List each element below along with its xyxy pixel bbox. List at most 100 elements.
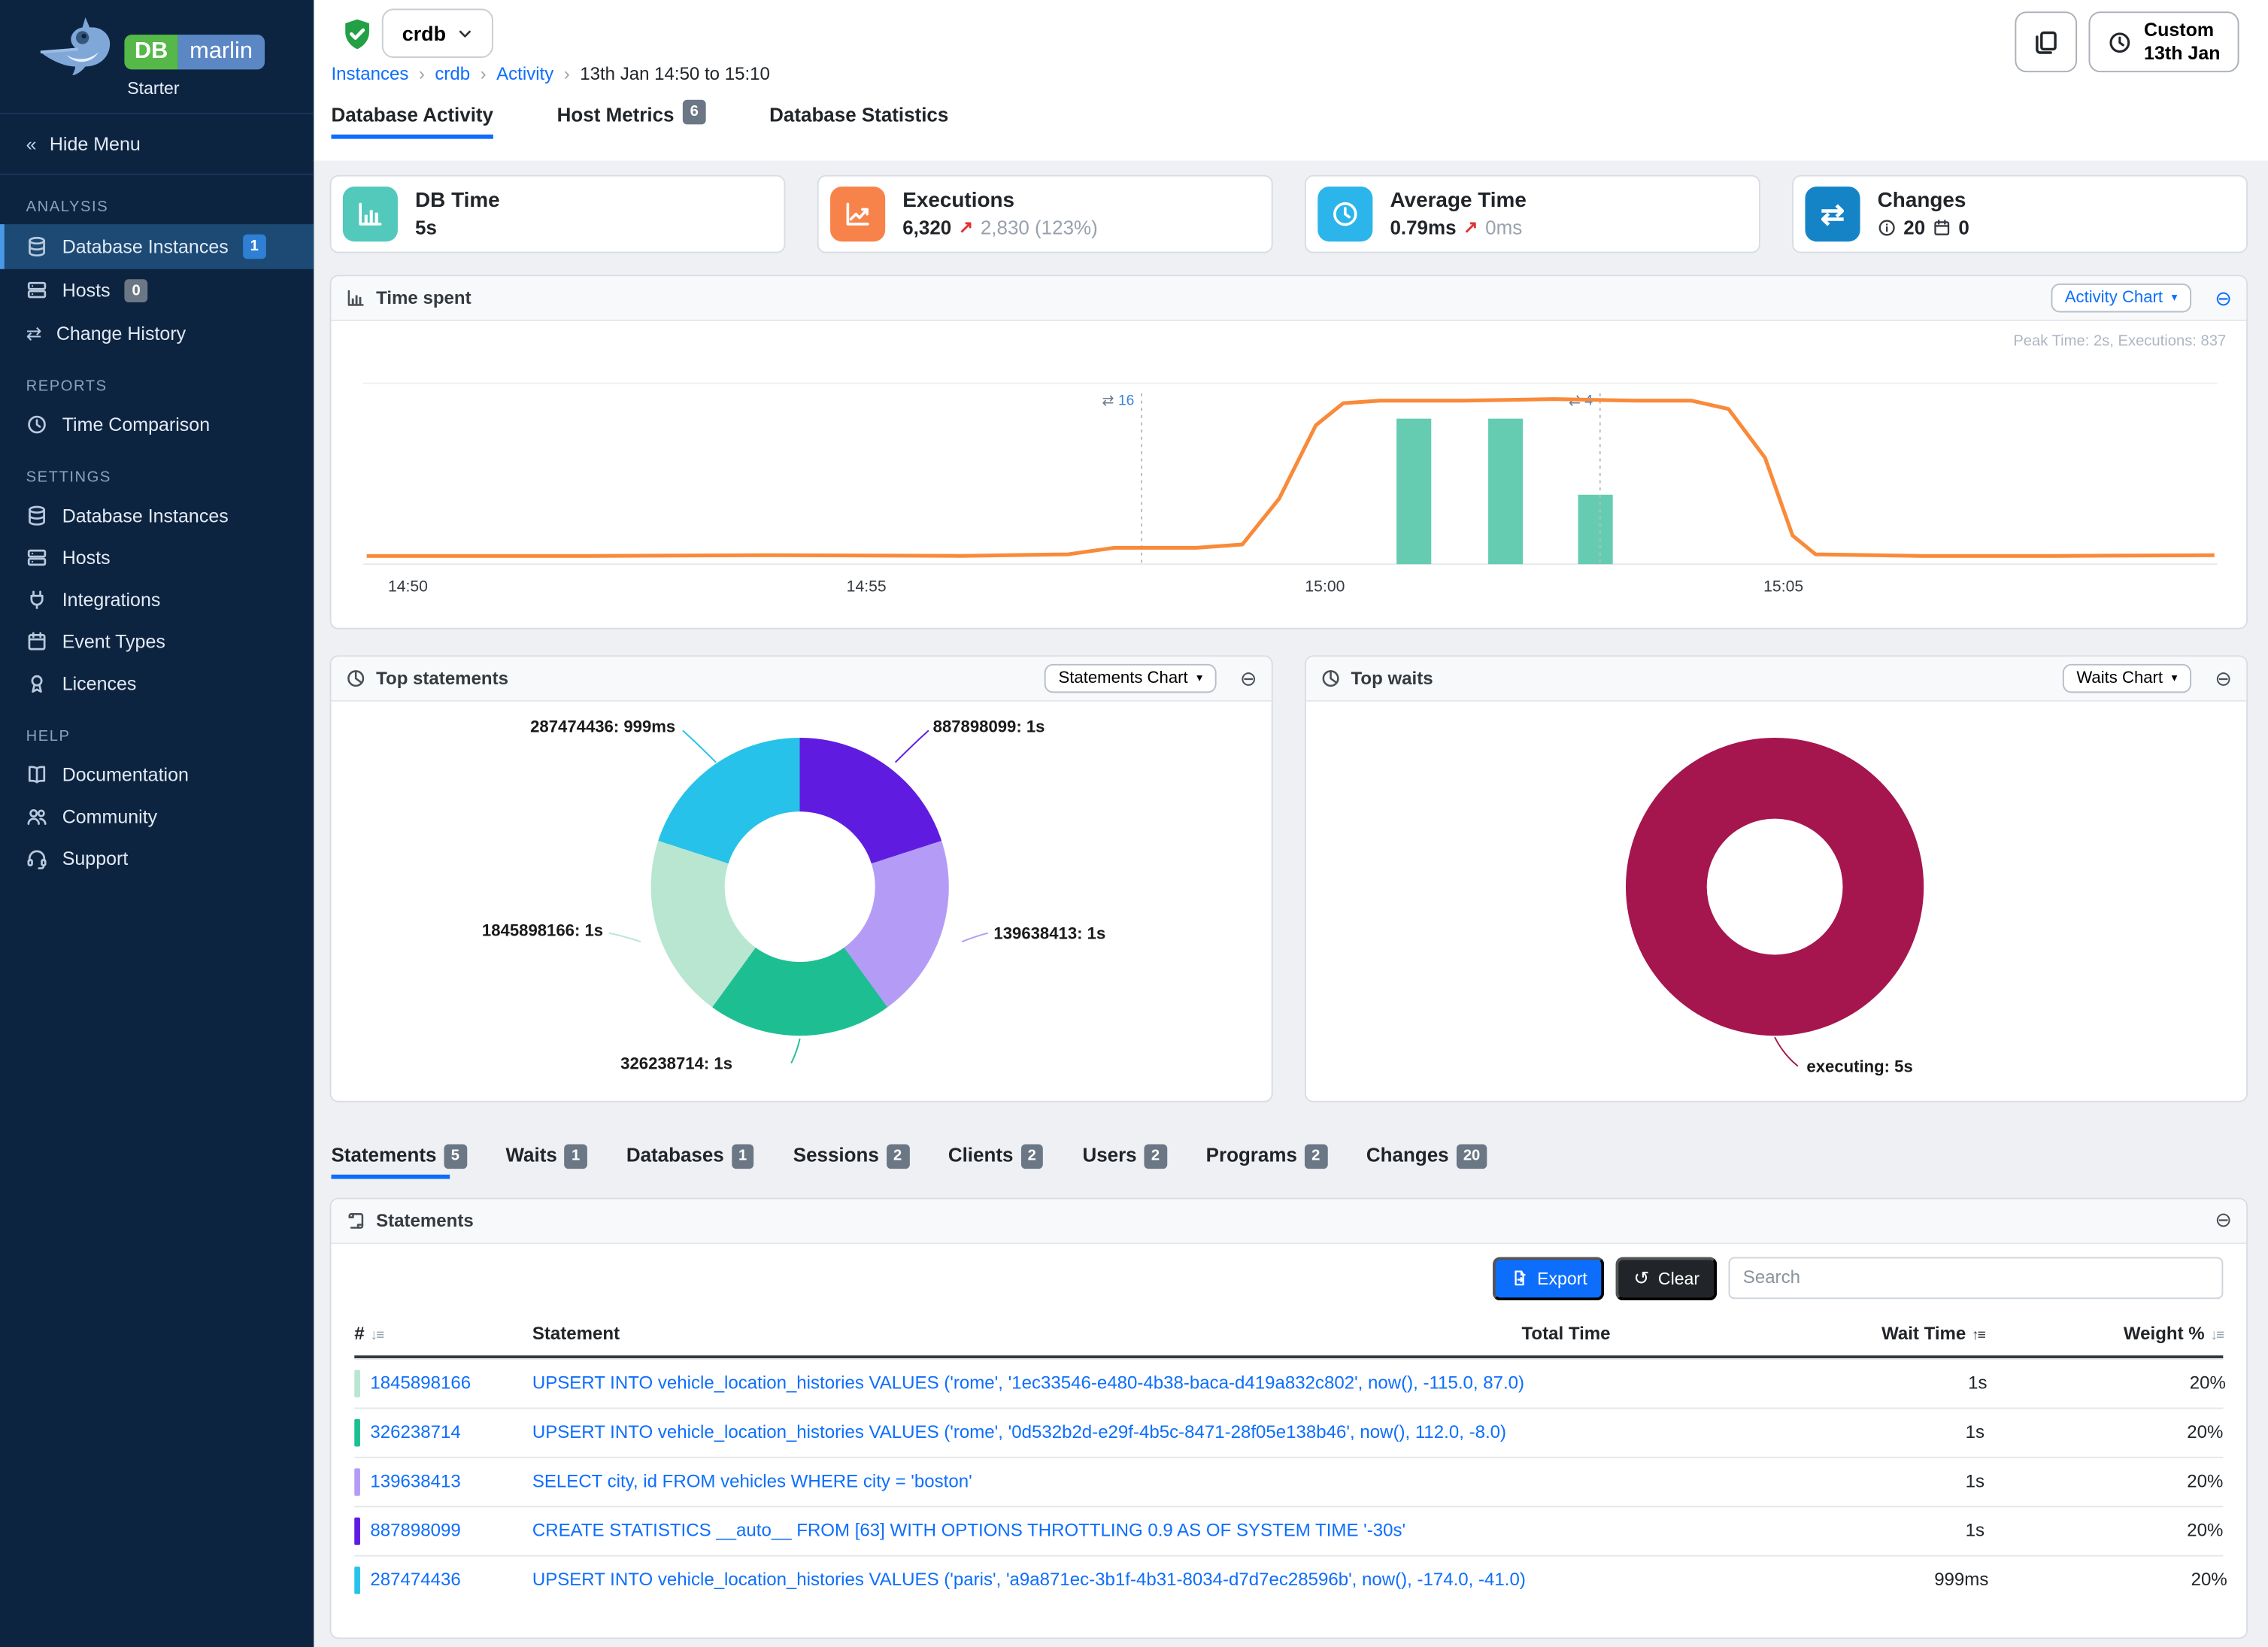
detail-tab-users[interactable]: Users2 (1082, 1144, 1166, 1178)
detail-tab-badge: 2 (1305, 1144, 1327, 1168)
executions-bar[interactable] (1396, 419, 1431, 565)
clear-button[interactable]: ↺ Clear (1616, 1257, 1717, 1300)
wait-time-value: 1s (1756, 1372, 1988, 1393)
sidebar-item-licences[interactable]: Licences (0, 663, 314, 705)
col-header-total-time[interactable]: Total Time (1521, 1323, 1753, 1343)
sidebar-item-community[interactable]: Community (0, 796, 314, 838)
statement-id-link[interactable]: 139638413 (370, 1471, 460, 1491)
collapse-waits-panel-icon[interactable]: ⊖ (2215, 666, 2232, 691)
sidebar-item-time-comparison[interactable]: Time Comparison (0, 404, 314, 446)
statements-donut-chart[interactable]: 287474436: 999ms 887898099: 1s 184589816… (331, 702, 1271, 1101)
statements-chart-select[interactable]: Statements Chart▾ (1044, 664, 1217, 693)
detail-tab-badge: 5 (444, 1144, 466, 1168)
breadcrumb-activity[interactable]: Activity (496, 64, 553, 84)
table-row: 1845898166 UPSERT INTO vehicle_location_… (354, 1357, 2223, 1406)
detail-tab-databases[interactable]: Databases1 (626, 1144, 754, 1178)
instance-selector[interactable]: crdb (382, 9, 494, 58)
statement-text-link[interactable]: CREATE STATISTICS __auto__ FROM [63] WIT… (532, 1521, 1522, 1541)
top-statements-panel: Top statements Statements Chart▾ ⊖ 28747… (330, 655, 1273, 1102)
top-statements-title: Top statements (376, 669, 508, 689)
calendar-icon[interactable] (1933, 218, 1951, 237)
activity-chart-select[interactable]: Activity Chart▾ (2051, 284, 2192, 312)
detail-tab-clients[interactable]: Clients2 (948, 1144, 1044, 1178)
statement-id-link[interactable]: 326238714 (370, 1422, 460, 1442)
chevron-down-icon (457, 26, 473, 41)
table-row: 287474436 UPSERT INTO vehicle_location_h… (354, 1554, 2223, 1603)
top-waits-title: Top waits (1351, 669, 1433, 689)
detail-tabs: Statements5 Waits1 Databases1 Sessions2 Clie… (330, 1144, 2248, 1178)
sidebar-item-hosts[interactable]: Hosts0 (0, 268, 314, 313)
statement-id-link[interactable]: 887898099 (370, 1521, 460, 1541)
breadcrumb-range: 13th Jan 14:50 to 15:10 (580, 64, 770, 84)
copy-button[interactable] (2015, 11, 2078, 72)
brand-marlin: marlin (178, 35, 265, 69)
swap-arrows-icon: ⇄ (26, 323, 42, 344)
detail-tab-badge: 2 (1144, 1144, 1166, 1168)
sidebar-item-change-history[interactable]: ⇄Change History (0, 312, 314, 354)
statements-table: #↓≡ Statement Total Time Wait Time↑≡ Wei… (354, 1312, 2223, 1604)
detail-tab-changes[interactable]: Changes20 (1366, 1144, 1487, 1178)
statement-text-link[interactable]: UPSERT INTO vehicle_location_histories V… (532, 1570, 1526, 1590)
sidebar-item-integrations[interactable]: Integrations (0, 578, 314, 620)
detail-tab-badge: 20 (1456, 1144, 1487, 1168)
change-marker-label[interactable]: ⇄ 16 (1102, 393, 1135, 409)
sidebar-badge: 0 (125, 278, 147, 302)
col-header-id[interactable]: #↓≡ (354, 1323, 532, 1343)
detail-tab-waits[interactable]: Waits1 (505, 1144, 587, 1178)
statement-color-bar (354, 1369, 360, 1397)
detail-tab-programs[interactable]: Programs2 (1206, 1144, 1327, 1178)
calendar-icon (26, 631, 48, 653)
col-header-wait-time[interactable]: Wait Time↑≡ (1753, 1323, 1984, 1343)
sidebar-section-title: HELP (0, 705, 314, 754)
statement-text-link[interactable]: UPSERT INTO vehicle_location_histories V… (532, 1422, 1522, 1442)
col-header-weight[interactable]: Weight %↓≡ (1984, 1323, 2223, 1343)
waits-chart-select[interactable]: Waits Chart▾ (2062, 664, 2191, 693)
sidebar-item-documentation[interactable]: Documentation (0, 754, 314, 796)
time-range-button[interactable]: Custom 13th Jan (2089, 11, 2239, 72)
sidebar-item-database-instances[interactable]: Database Instances (0, 495, 314, 537)
sidebar-item-event-types[interactable]: Event Types (0, 620, 314, 663)
info-icon[interactable] (1878, 218, 1897, 237)
executions-bar[interactable] (1578, 495, 1613, 564)
donut-label: executing: 5s (1806, 1059, 1912, 1076)
breadcrumb-instance[interactable]: crdb (435, 64, 470, 84)
tab-host-metrics[interactable]: Host Metrics6 (557, 104, 706, 138)
wait-time-value: 1s (1753, 1422, 1984, 1442)
waits-donut-chart[interactable]: executing: 5s (1306, 702, 2246, 1101)
hide-menu-button[interactable]: « Hide Menu (0, 114, 314, 175)
server-icon (26, 547, 48, 569)
detail-tab-statements[interactable]: Statements5 (331, 1144, 466, 1178)
detail-tab-badge: 2 (886, 1144, 908, 1168)
detail-tab-sessions[interactable]: Sessions2 (793, 1144, 909, 1178)
breadcrumb-instances[interactable]: Instances (331, 64, 408, 84)
export-icon (1510, 1269, 1529, 1288)
export-button[interactable]: Export (1492, 1257, 1604, 1300)
collapse-statements-panel-icon[interactable]: ⊖ (1240, 666, 1257, 691)
clock-icon (1331, 199, 1360, 228)
sidebar-item-database-instances[interactable]: Database Instances1 (0, 224, 314, 268)
donut-label: 326238714: 1s (620, 1056, 732, 1073)
sidebar-item-support[interactable]: Support (0, 838, 314, 880)
tab-database-statistics[interactable]: Database Statistics (769, 104, 948, 138)
activity-chart-svg[interactable]: ⇄ 16 ⇄ 4 (331, 321, 2246, 628)
sidebar-item-hosts[interactable]: Hosts (0, 537, 314, 579)
collapse-time-panel-icon[interactable]: ⊖ (2215, 286, 2232, 311)
wait-time-value: 999ms (1757, 1570, 1989, 1590)
marlin-fish-icon (38, 14, 119, 78)
statement-id-link[interactable]: 287474436 (370, 1570, 460, 1590)
time-spent-panel: Time spent Activity Chart▾ ⊖ Peak Time: … (330, 274, 2248, 629)
detail-tab-badge: 2 (1020, 1144, 1043, 1168)
plug-icon (26, 589, 48, 611)
statements-table-title: Statements (376, 1210, 474, 1230)
executions-bar[interactable] (1488, 419, 1523, 565)
collapse-table-panel-icon[interactable]: ⊖ (2215, 1208, 2232, 1233)
statement-text-link[interactable]: SELECT city, id FROM vehicles WHERE city… (532, 1471, 1522, 1491)
weight-value: 20% (1988, 1570, 2227, 1590)
tab-database-activity[interactable]: Database Activity (331, 104, 493, 138)
col-header-statement[interactable]: Statement (532, 1323, 1522, 1343)
statement-id-link[interactable]: 1845898166 (370, 1372, 471, 1393)
donut-label: 1845898166: 1s (482, 923, 603, 940)
statement-text-link[interactable]: UPSERT INTO vehicle_location_histories V… (532, 1372, 1524, 1393)
search-input[interactable] (1729, 1257, 2224, 1299)
database-icon (26, 505, 48, 526)
